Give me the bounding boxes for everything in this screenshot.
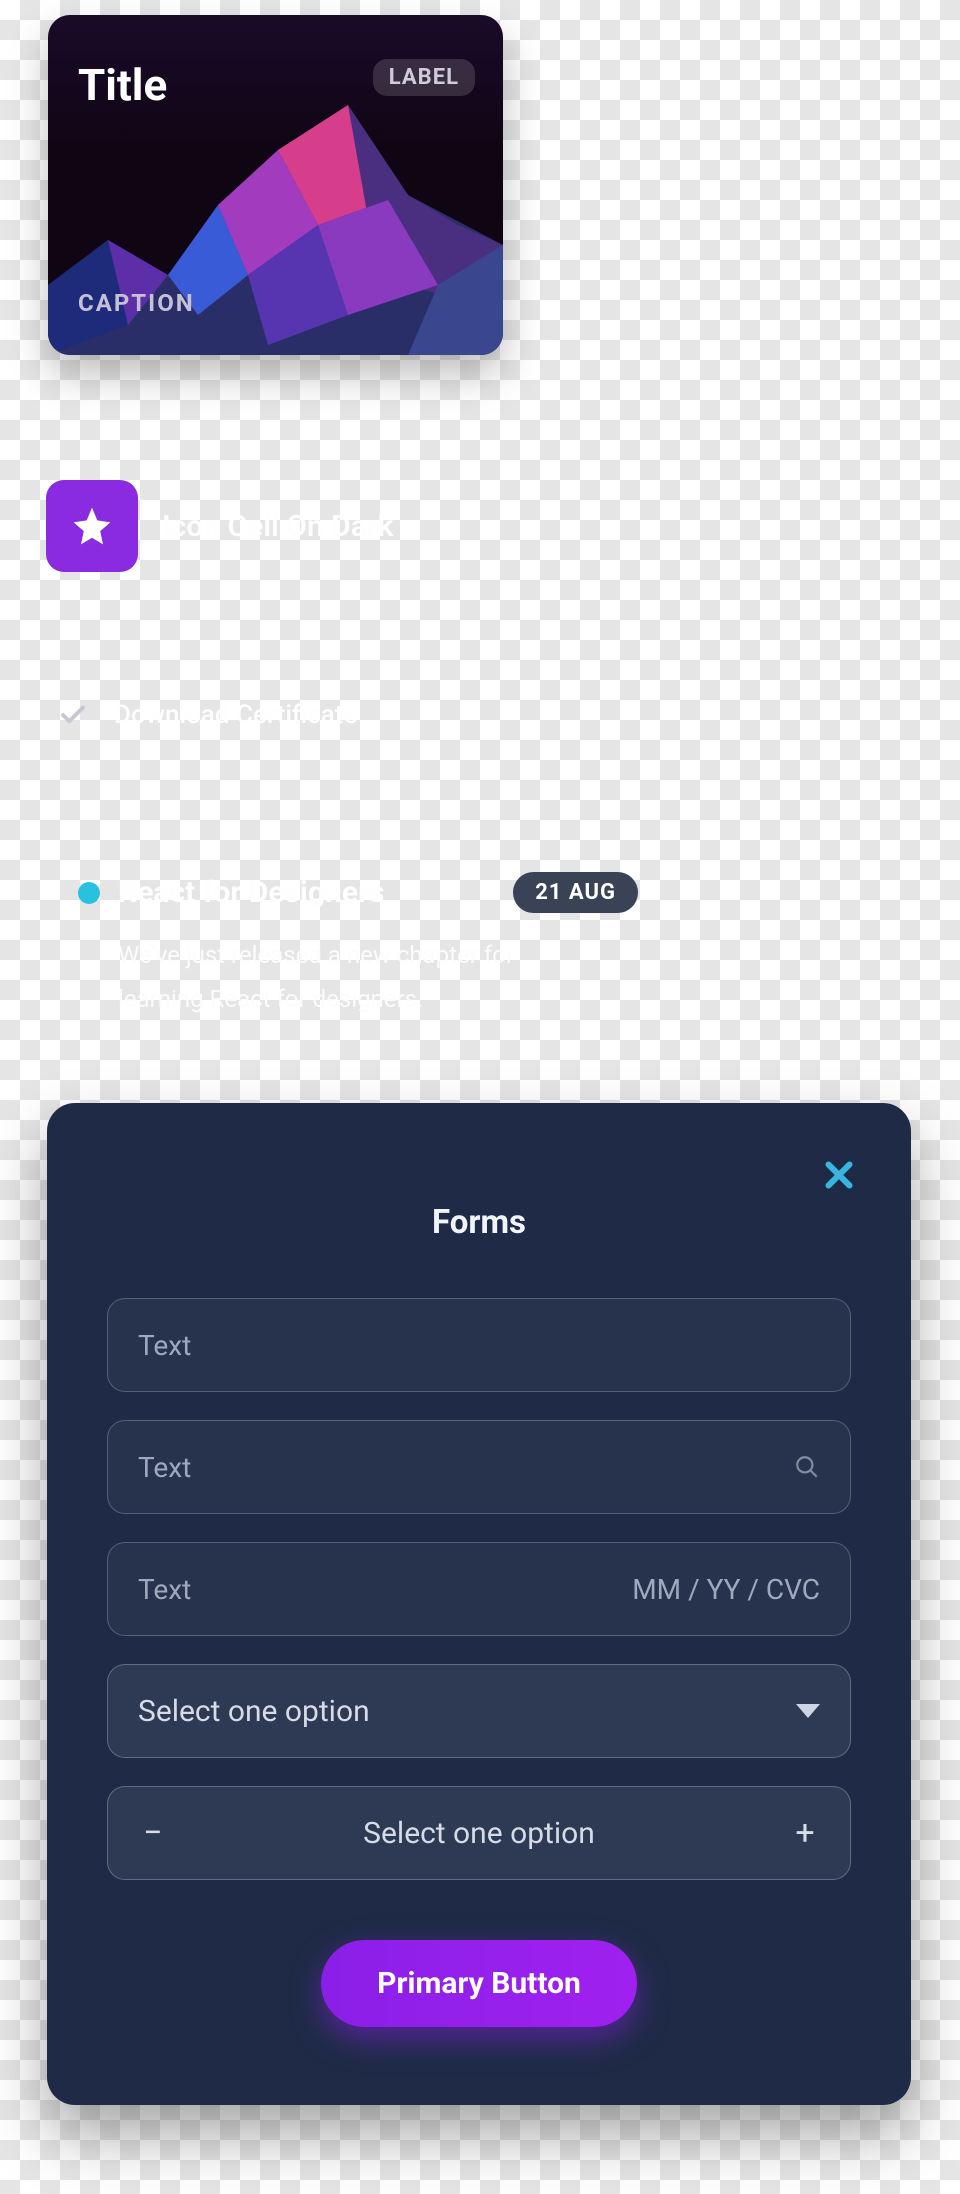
- date-badge: 21 AUG: [513, 872, 638, 913]
- react-item-title: React for Designers: [118, 875, 495, 910]
- close-icon: [821, 1157, 857, 1193]
- plus-icon[interactable]: +: [790, 1813, 820, 1853]
- star-icon: [70, 504, 114, 548]
- primary-button[interactable]: Primary Button: [321, 1940, 637, 2027]
- text-input-card-placeholder: Text: [138, 1573, 191, 1606]
- close-button[interactable]: [821, 1157, 857, 1197]
- star-icon-box: [46, 480, 138, 572]
- react-for-designers-item[interactable]: React for Designers 21 AUG We've just re…: [78, 872, 638, 1022]
- search-icon: [794, 1454, 820, 1480]
- text-input-search[interactable]: Text: [107, 1420, 851, 1514]
- stepper-select[interactable]: − Select one option +: [107, 1786, 851, 1880]
- forms-panel: Forms Text Text Text MM / YY / CVC Selec…: [47, 1103, 911, 2105]
- text-input-card[interactable]: Text MM / YY / CVC: [107, 1542, 851, 1636]
- card-title: Title: [78, 59, 167, 111]
- select-dropdown[interactable]: Select one option: [107, 1664, 851, 1758]
- feature-card[interactable]: Title LABEL CAPTION: [48, 15, 503, 355]
- minus-icon[interactable]: −: [138, 1813, 168, 1853]
- react-item-description: We've just released a new chapter for le…: [118, 933, 558, 1022]
- select-dropdown-label: Select one option: [138, 1694, 370, 1729]
- forms-title: Forms: [107, 1203, 851, 1242]
- download-certificate-row[interactable]: Download Certificate: [58, 700, 357, 730]
- card-hint: MM / YY / CVC: [632, 1573, 820, 1606]
- text-input-1-placeholder: Text: [138, 1329, 191, 1362]
- text-input-search-placeholder: Text: [138, 1451, 191, 1484]
- icon-cell-title: Icon Cell On Dark: [162, 509, 393, 544]
- text-input-1[interactable]: Text: [107, 1298, 851, 1392]
- chevron-down-icon: [796, 1704, 820, 1718]
- card-caption: CAPTION: [78, 289, 195, 317]
- stepper-select-label: Select one option: [363, 1816, 595, 1851]
- status-dot: [78, 882, 100, 904]
- check-icon: [58, 700, 88, 730]
- download-certificate-label: Download Certificate: [114, 700, 357, 730]
- icon-cell-on-dark[interactable]: Icon Cell On Dark: [46, 480, 393, 572]
- card-label-badge: LABEL: [373, 59, 475, 96]
